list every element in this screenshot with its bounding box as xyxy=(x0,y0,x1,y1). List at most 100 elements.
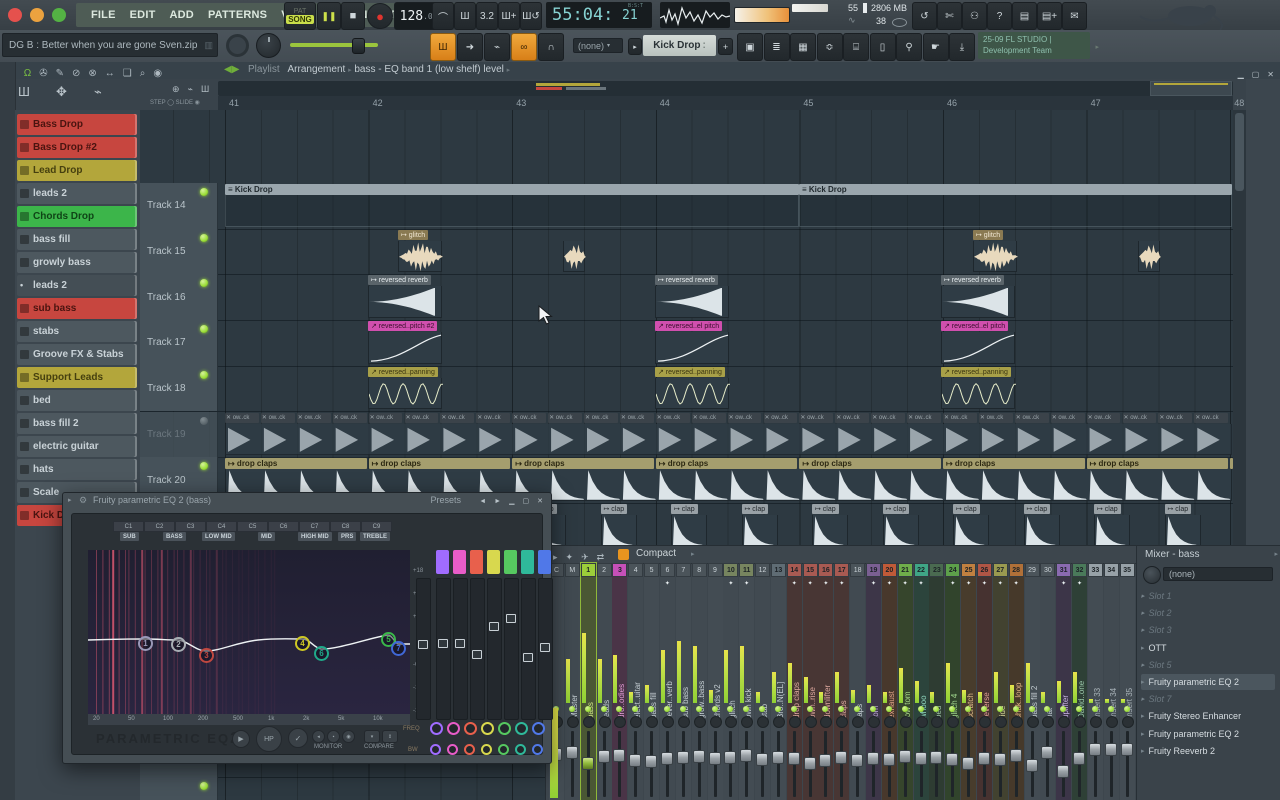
maximize-window-button[interactable] xyxy=(52,8,66,22)
channel-name[interactable]: dro..odies xyxy=(617,609,627,719)
pattern-selector[interactable]: Kick Drop: xyxy=(643,35,716,56)
channel-number[interactable]: 32 xyxy=(1072,563,1087,577)
channel-fader[interactable] xyxy=(1105,743,1117,756)
mixer-channel-reverse[interactable]: 26✦reverse xyxy=(977,563,992,800)
channel-fx-icon[interactable]: ✦ xyxy=(803,578,818,589)
version-badge[interactable]: 25-09 FL STUDIO | Development Team ▸ xyxy=(978,32,1090,59)
slot-selector[interactable]: (none) xyxy=(1163,567,1273,581)
eq-band-slider[interactable] xyxy=(521,578,536,720)
clip-audio-swell[interactable]: ↦ reversed reverb xyxy=(941,275,1015,318)
channel-fader[interactable] xyxy=(946,753,958,766)
channel-name[interactable]: own kick xyxy=(744,609,754,719)
pattern-item-leads-2[interactable]: leads 2 xyxy=(17,183,137,204)
channel-fx-icon[interactable]: ✦ xyxy=(723,578,738,589)
mixer-channel-glitch 4[interactable]: 24✦glitch 4 xyxy=(945,563,960,800)
mixer-channel-tom[interactable]: 19✦tom xyxy=(866,563,881,800)
pattern-item-stabs[interactable]: stabs xyxy=(17,321,137,342)
picker-slide-icon[interactable]: ⌁ xyxy=(94,84,102,100)
channel-number[interactable]: 34 xyxy=(1104,563,1119,577)
channel-pan-knob[interactable] xyxy=(694,716,706,728)
add-pattern-button[interactable]: + xyxy=(718,38,733,55)
channel-number[interactable]: 18 xyxy=(850,563,865,577)
mixer-channel-grow..bass[interactable]: 8grow..bass xyxy=(692,563,707,800)
clip-audio-clap[interactable]: ↦ clap xyxy=(671,504,707,547)
channel-pan-knob[interactable] xyxy=(773,716,785,728)
channel-fader[interactable] xyxy=(598,750,610,763)
eq-bw-knob[interactable] xyxy=(464,744,475,755)
fx-slot-8[interactable]: ▸Fruity Stereo Enhancer xyxy=(1141,708,1275,724)
monitor-right-icon[interactable]: ◉ xyxy=(342,730,355,743)
minimize-playlist-button[interactable]: ▁ xyxy=(1234,70,1248,79)
channel-fader[interactable] xyxy=(1057,765,1069,778)
channel-name[interactable]: Bro..N(EL] xyxy=(776,609,786,719)
mixer-channel-shak..loop[interactable]: 28✦shak..loop xyxy=(1009,563,1024,800)
channel-number[interactable]: 19 xyxy=(866,563,881,577)
snap-link-icon[interactable]: ∞ xyxy=(511,33,537,61)
channel-fader[interactable] xyxy=(629,754,641,767)
vscroll-handle[interactable] xyxy=(1235,113,1244,191)
channel-pan-knob[interactable] xyxy=(567,716,579,728)
step-slide-toggle[interactable]: STEP ◯ SLIDE ◉ xyxy=(150,99,200,106)
channel-name[interactable]: bass xyxy=(586,609,596,719)
channel-pan-knob[interactable] xyxy=(1074,716,1086,728)
close-plugin-button[interactable]: ✕ xyxy=(533,498,547,505)
clip-automation-panning[interactable]: ↗ reversed..panning xyxy=(941,367,1015,410)
fx-slot-2[interactable]: ▸Slot 2 xyxy=(1141,605,1275,621)
mixer-channel-uplifter[interactable]: 31✦uplifter xyxy=(1056,563,1071,800)
breadcrumb-arrangement[interactable]: Arrangement xyxy=(287,64,345,75)
channel-number[interactable]: 31 xyxy=(1056,563,1071,577)
eq-play-button[interactable]: ▶ xyxy=(232,730,250,748)
browser-icon[interactable]: ⌸ xyxy=(843,33,869,61)
channel-mute-led[interactable] xyxy=(601,706,607,712)
channel-number[interactable]: 22 xyxy=(914,563,929,577)
channel-number[interactable]: 1 xyxy=(581,563,596,577)
clip-audio-clap[interactable]: ↦ clap xyxy=(953,504,989,547)
channel-pan-knob[interactable] xyxy=(1027,716,1039,728)
slide-tool-icon[interactable]: ↔ xyxy=(101,68,119,79)
channel-fader[interactable] xyxy=(788,752,800,765)
pause-button[interactable]: ❚❚ xyxy=(317,2,341,30)
mixer-icon[interactable]: ≎ xyxy=(817,33,843,61)
mixer-solo-icon[interactable]: ✦ xyxy=(562,552,578,563)
channel-pan-knob[interactable] xyxy=(583,716,595,728)
record-button[interactable]: ● xyxy=(367,3,393,29)
channel-name[interactable]: low tom xyxy=(903,609,913,719)
mixer-channel-David..one[interactable]: 32✦David..one xyxy=(1072,563,1087,800)
mixer-channel-leads[interactable]: 2leads xyxy=(597,563,612,800)
channel-pan-knob[interactable] xyxy=(725,716,737,728)
channel-fader[interactable] xyxy=(661,752,673,765)
channel-fx-icon[interactable]: ✦ xyxy=(1056,578,1071,589)
eq-band-cap[interactable] xyxy=(504,550,517,574)
channel-number[interactable]: 33 xyxy=(1088,563,1103,577)
gear-icon[interactable]: ⚙ xyxy=(79,495,87,506)
mixer-channel-low tom[interactable]: 21✦low tom xyxy=(898,563,913,800)
mixer-channel-Insert 35[interactable]: 35Insert 35 xyxy=(1120,563,1135,800)
mixer-channel-sub bass[interactable]: 7sub bass xyxy=(676,563,691,800)
zoom-tool-icon[interactable]: ⌕ xyxy=(136,68,150,79)
channel-mute-led[interactable] xyxy=(664,706,670,712)
eq-band-handle-3[interactable]: 3 xyxy=(199,648,214,663)
track-mute-led[interactable] xyxy=(200,417,208,425)
clip-audio-glitch[interactable]: ↦ glitch xyxy=(398,230,442,273)
channel-fader[interactable] xyxy=(693,750,705,763)
channel-mute-led[interactable] xyxy=(569,706,575,712)
channel-fx-icon[interactable]: ✦ xyxy=(993,578,1008,589)
clip-audio-glitch[interactable]: ↦ glitch xyxy=(973,230,1017,273)
eq-check-button[interactable]: ✓ xyxy=(288,728,308,748)
breadcrumb-detail[interactable]: bass - EQ band 1 (low shelf) level xyxy=(354,64,504,75)
typing-keyboard-icon[interactable]: 3.2 xyxy=(476,2,498,30)
clip-audio-clap[interactable]: ↦ clap xyxy=(1094,504,1130,547)
channel-pan-knob[interactable] xyxy=(1090,716,1102,728)
monitor-mid-icon[interactable]: ▪ xyxy=(327,730,340,743)
eq-bw-knob[interactable] xyxy=(532,744,543,755)
pattern-mode-icon[interactable]: Ш xyxy=(430,33,456,61)
eq-band-slider-handle[interactable] xyxy=(540,643,550,652)
channel-pan-knob[interactable] xyxy=(1106,716,1118,728)
clip-automation-panning[interactable]: ↗ reversed..panning xyxy=(655,367,729,410)
channel-pan-knob[interactable] xyxy=(678,716,690,728)
channel-mute-led[interactable] xyxy=(981,706,987,712)
eq-band-handle-1[interactable]: 1 xyxy=(138,636,153,651)
channel-fader[interactable] xyxy=(1089,743,1101,756)
channel-pan-knob[interactable] xyxy=(741,716,753,728)
mixer-send-icon[interactable]: ✈ xyxy=(577,552,593,563)
